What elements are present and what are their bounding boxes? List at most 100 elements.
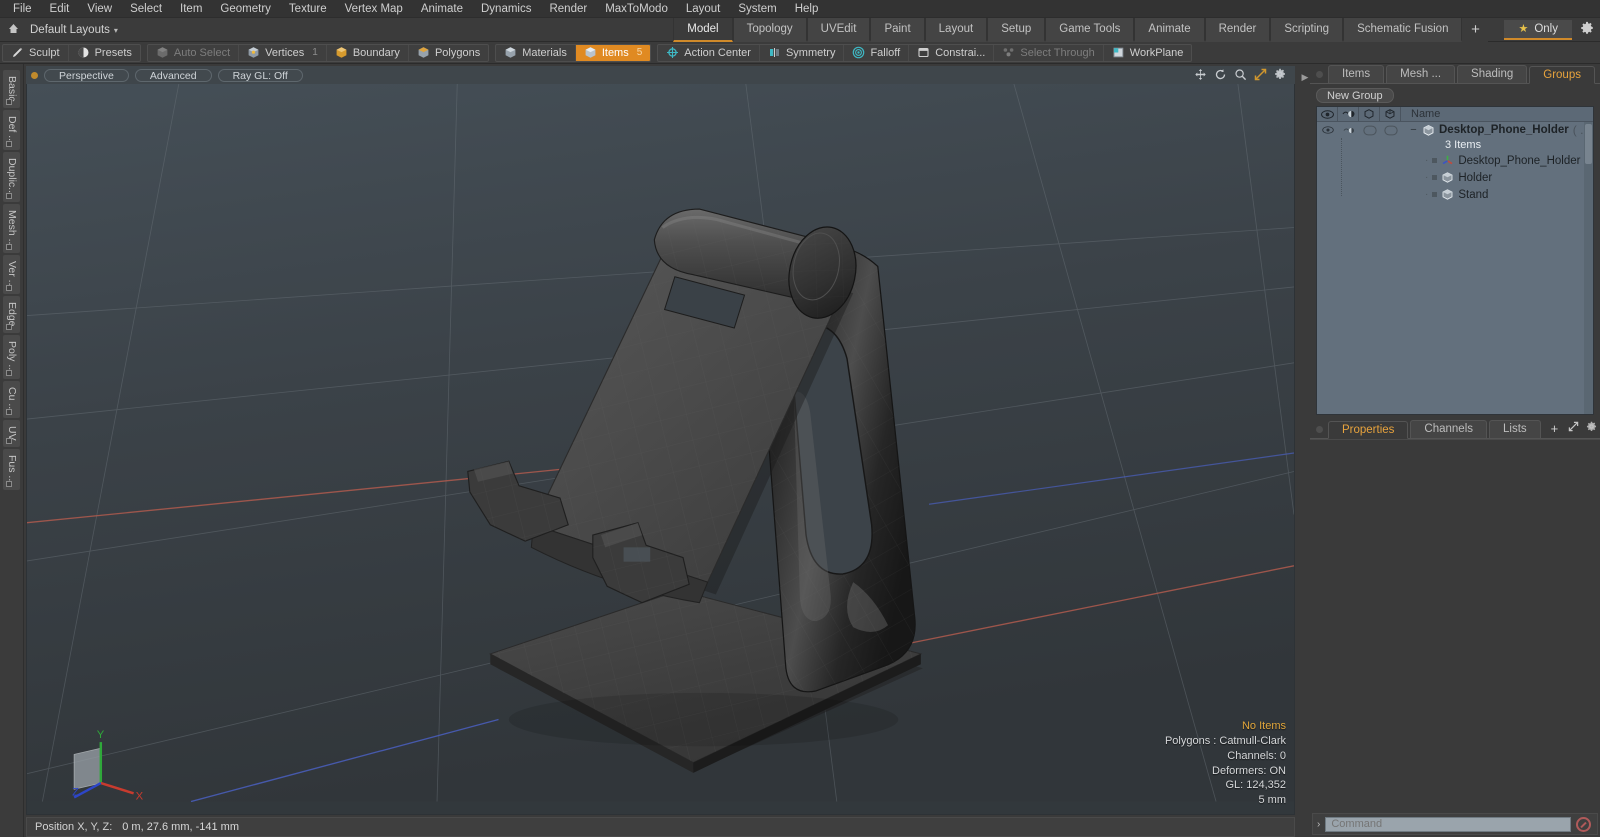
menu-item-help[interactable]: Help <box>786 0 828 18</box>
menu-item-animate[interactable]: Animate <box>412 0 472 18</box>
items-button[interactable]: Items 5 <box>575 44 651 61</box>
tab-paint[interactable]: Paint <box>870 17 925 42</box>
row-wire-toggle[interactable] <box>1380 122 1401 138</box>
menu-item-item[interactable]: Item <box>171 0 211 18</box>
vtab-polygon[interactable]: Poly ... <box>3 334 20 380</box>
viewport-raygl-dropdown[interactable]: Ray GL: Off <box>217 68 303 82</box>
cube-polygon-icon <box>417 46 430 59</box>
tab-scripting[interactable]: Scripting <box>1270 17 1344 42</box>
3d-viewport[interactable]: Y X Z No Items Polygons : Catmull-Clark … <box>26 84 1295 815</box>
rotate-icon[interactable] <box>1214 68 1227 83</box>
tab-properties[interactable]: Properties <box>1328 421 1409 439</box>
menu-item-geometry[interactable]: Geometry <box>211 0 280 18</box>
tab-topology[interactable]: Topology <box>732 17 807 42</box>
tree-child-row[interactable]: · Holder <box>1409 169 1593 186</box>
tree-row-group[interactable]: − Desktop_Phone_Holder ( ... 3 Items · D… <box>1317 122 1593 203</box>
menu-item-edit[interactable]: Edit <box>41 0 79 18</box>
materials-button[interactable]: Materials <box>496 44 576 61</box>
symmetry-button[interactable]: Symmetry <box>760 44 845 61</box>
tab-render[interactable]: Render <box>1204 17 1271 42</box>
menu-item-system[interactable]: System <box>729 0 785 18</box>
auto-select-button[interactable]: Auto Select <box>148 44 240 61</box>
expand-icon[interactable] <box>1568 421 1579 435</box>
expander-collapse-icon[interactable]: − <box>1409 125 1418 136</box>
panel-collapse-arrow-icon[interactable]: ▶ <box>1300 64 1310 837</box>
tree-child-row[interactable]: · Stand <box>1409 186 1593 203</box>
only-toggle-button[interactable]: ★ Only <box>1504 19 1572 40</box>
command-input[interactable] <box>1325 816 1571 832</box>
tab-setup[interactable]: Setup <box>987 17 1046 42</box>
vtab-edge[interactable]: Edge <box>3 296 20 333</box>
constraint-button[interactable]: Constrai... <box>909 44 995 61</box>
vertices-button[interactable]: Vertices 1 <box>239 44 327 61</box>
workplane-button[interactable]: WorkPlane <box>1104 45 1192 61</box>
vtab-curve[interactable]: Cu ... <box>3 381 20 419</box>
tab-shading[interactable]: Shading <box>1457 65 1528 83</box>
home-icon[interactable] <box>0 22 26 38</box>
add-tab-button[interactable]: + <box>1462 17 1489 42</box>
vtab-deform[interactable]: Def ... <box>3 109 20 150</box>
menu-item-texture[interactable]: Texture <box>280 0 336 18</box>
menu-item-select[interactable]: Select <box>121 0 171 18</box>
tab-uvedit[interactable]: UVEdit <box>806 17 871 42</box>
zoom-icon[interactable] <box>1234 68 1247 83</box>
tree-child-row[interactable]: · Desktop_Phone_Holder <box>1409 152 1593 169</box>
menu-item-vertex-map[interactable]: Vertex Map <box>336 0 412 18</box>
menu-item-dynamics[interactable]: Dynamics <box>472 0 540 18</box>
menu-item-render[interactable]: Render <box>540 0 596 18</box>
viewport-perspective-dropdown[interactable]: Perspective <box>44 68 129 82</box>
new-group-button[interactable]: New Group <box>1316 88 1394 103</box>
menu-item-view[interactable]: View <box>78 0 121 18</box>
eye-icon[interactable] <box>1317 107 1338 122</box>
properties-menu-dot-icon[interactable] <box>1316 426 1323 433</box>
select-through-button[interactable]: Select Through <box>994 44 1104 61</box>
stop-icon[interactable] <box>1576 816 1591 832</box>
add-properties-tab-button[interactable]: + <box>1543 420 1567 438</box>
tab-game-tools[interactable]: Game Tools <box>1045 17 1135 42</box>
move-icon[interactable] <box>1194 68 1207 83</box>
vtab-basic[interactable]: Basic <box>3 70 20 108</box>
vtab-duplicate[interactable]: Duplic... <box>3 151 20 202</box>
tab-mesh[interactable]: Mesh ... <box>1386 65 1456 83</box>
tree-group-content: − Desktop_Phone_Holder ( ... 3 Items · D… <box>1401 122 1593 203</box>
menu-item-layout[interactable]: Layout <box>677 0 730 18</box>
shade-icon[interactable] <box>1359 107 1380 122</box>
render-icon[interactable] <box>1338 107 1359 122</box>
default-layouts-dropdown[interactable]: Default Layouts ▾ <box>26 24 118 36</box>
menu-item-file[interactable]: File <box>4 0 41 18</box>
tab-animate[interactable]: Animate <box>1134 17 1205 42</box>
gear-icon[interactable] <box>1274 68 1286 82</box>
sculpt-button[interactable]: Sculpt <box>3 44 69 61</box>
tree-scrollbar[interactable] <box>1584 122 1593 414</box>
presets-button[interactable]: Presets <box>69 45 140 61</box>
viewport-shading-dropdown[interactable]: Advanced <box>134 68 212 82</box>
gear-icon[interactable] <box>1574 21 1600 38</box>
tab-layout[interactable]: Layout <box>924 17 988 42</box>
vtab-mesh[interactable]: Mesh ... <box>3 203 20 253</box>
maximize-icon[interactable] <box>1254 68 1267 83</box>
vtab-vertex[interactable]: Ver ... <box>3 255 20 295</box>
vtab-uv[interactable]: UV <box>3 420 20 447</box>
action-center-button[interactable]: Action Center <box>658 44 760 61</box>
menu-item-maxtomodo[interactable]: MaxToModo <box>596 0 677 18</box>
vtab-fusion[interactable]: Fus ... <box>3 448 20 490</box>
boundary-button[interactable]: Boundary <box>327 44 409 61</box>
tree-scrollbar-thumb[interactable] <box>1585 124 1592 164</box>
tab-items[interactable]: Items <box>1328 65 1385 83</box>
action-center-icon <box>666 46 679 59</box>
row-render-icon[interactable] <box>1338 122 1359 138</box>
tab-lists[interactable]: Lists <box>1489 420 1541 438</box>
polygons-button[interactable]: Polygons <box>409 45 488 61</box>
tab-channels[interactable]: Channels <box>1410 420 1488 438</box>
row-shade-toggle[interactable] <box>1359 122 1380 138</box>
falloff-button[interactable]: Falloff <box>844 44 910 61</box>
falloff-label: Falloff <box>870 46 901 59</box>
row-eye-icon[interactable] <box>1317 122 1338 138</box>
wire-icon[interactable] <box>1380 107 1401 122</box>
panel-menu-dot-icon[interactable] <box>1316 71 1323 78</box>
gear-icon[interactable] <box>1586 421 1597 435</box>
tab-groups[interactable]: Groups <box>1529 66 1595 84</box>
tab-model[interactable]: Model <box>673 17 733 42</box>
viewport-menu-dot-icon[interactable] <box>31 71 38 79</box>
tab-schematic-fusion[interactable]: Schematic Fusion <box>1343 17 1463 42</box>
